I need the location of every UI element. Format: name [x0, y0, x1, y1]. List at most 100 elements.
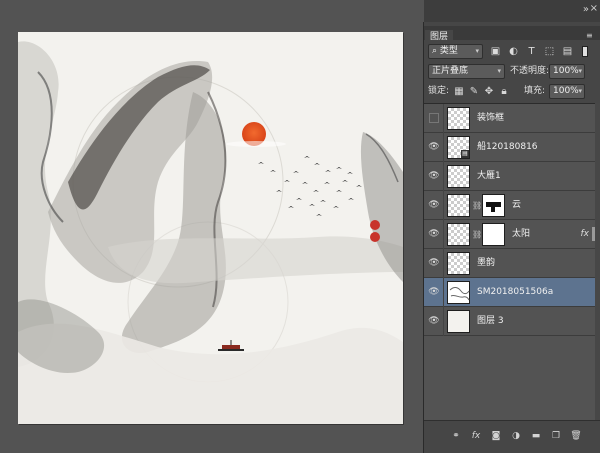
- fx-icon[interactable]: fx: [470, 430, 482, 442]
- fill-value: 100%: [553, 86, 579, 96]
- layers-panel: » × 图层 ≡ ⌕ 类型 ▾ ▣ ◐ T ⬚ ▤ 正片叠底 ▾ 不透明度: 1…: [423, 0, 600, 453]
- divider: [443, 191, 444, 220]
- divider: [443, 133, 444, 162]
- eye-icon[interactable]: 👁︎: [428, 171, 440, 182]
- fx-icon[interactable]: fx: [581, 220, 590, 249]
- lock-all-icon[interactable]: 🔒︎: [498, 84, 510, 99]
- layers-bottom-toolbar: ⚭ fx ◙ ◑ ▬ ❐ 🗑︎: [424, 420, 600, 453]
- lock-transparency-icon[interactable]: ▦: [453, 84, 465, 99]
- layer-thumbnail: [447, 194, 470, 217]
- layer-name: 船120180816: [477, 142, 538, 152]
- lock-label: 锁定:: [428, 86, 450, 96]
- layer-row-geese[interactable]: 👁︎ 大雁1: [424, 162, 600, 191]
- ink-mist-band: [108, 236, 403, 284]
- lock-row: 锁定: ▦ ✎ ✥ 🔒︎ 填充: 100% ▾: [424, 83, 600, 100]
- layer-name: 图层 3: [477, 316, 504, 326]
- blend-mode-select[interactable]: 正片叠底 ▾: [428, 64, 505, 79]
- opacity-label: 不透明度:: [510, 66, 550, 76]
- lock-position-move-icon[interactable]: ✥: [483, 84, 495, 99]
- lock-image-brush-icon[interactable]: ✎: [468, 84, 480, 99]
- filter-kind-label: 类型: [439, 46, 458, 56]
- chevron-down-icon: ▾: [497, 67, 501, 75]
- layer-row-layer-3[interactable]: 👁︎ 图层 3: [424, 307, 600, 336]
- adjustment-layer-icon[interactable]: ◑: [510, 430, 522, 442]
- panel-tabbar: 图层 ≡: [424, 26, 600, 44]
- layer-name: 大雁1: [477, 171, 501, 181]
- smart-object-badge-icon: ▤: [461, 150, 469, 158]
- small-boat: [218, 340, 244, 351]
- ink-landscape-artwork: [18, 41, 403, 424]
- layer-name: SM2018051506a: [477, 287, 554, 297]
- chevron-down-icon: ▾: [475, 47, 479, 55]
- eye-icon[interactable]: 👁︎: [428, 200, 440, 211]
- fill-label: 填充:: [524, 86, 546, 96]
- layer-thumbnail: [447, 310, 470, 333]
- divider: [443, 104, 444, 133]
- double-arrow-icon[interactable]: »: [583, 4, 589, 15]
- type-filter-icon[interactable]: T: [525, 45, 538, 58]
- chevron-down-icon: ▾: [578, 87, 582, 95]
- chevron-down-icon: ▾: [578, 67, 582, 75]
- search-icon: ⌕: [432, 46, 440, 56]
- divider: [443, 307, 444, 336]
- eye-icon[interactable]: 👁︎: [428, 229, 440, 240]
- fill-field[interactable]: 100% ▾: [549, 84, 585, 99]
- eye-icon[interactable]: 👁︎: [428, 316, 440, 327]
- blend-mode-value: 正片叠底: [432, 66, 469, 76]
- blend-row: 正片叠底 ▾ 不透明度: 100% ▾: [424, 63, 600, 80]
- layers-list: 装饰框 👁︎ ▤ 船120180816 👁︎ 大雁1 👁︎ ⛓︎ 云 👁︎ ⛓︎…: [424, 103, 600, 420]
- panel-dock-bar: » ×: [424, 0, 600, 22]
- smart-object-filter-icon[interactable]: ▤: [561, 45, 574, 58]
- link-chain-icon[interactable]: ⛓︎: [472, 229, 482, 240]
- layer-row-ink[interactable]: 👁︎ 墨韵: [424, 249, 600, 278]
- layers-scrollbar[interactable]: [595, 103, 600, 420]
- panel-menu-icon[interactable]: ≡: [586, 31, 595, 40]
- filter-toggle-switch[interactable]: [582, 46, 588, 57]
- layer-filter-row: ⌕ 类型 ▾ ▣ ◐ T ⬚ ▤: [424, 43, 600, 60]
- layer-thumbnail: ▤: [447, 136, 470, 159]
- eye-icon[interactable]: 👁︎: [428, 287, 440, 298]
- add-mask-icon[interactable]: ◙: [490, 430, 502, 442]
- link-layers-icon[interactable]: ⚭: [450, 430, 462, 442]
- new-layer-icon[interactable]: ❐: [550, 430, 562, 442]
- layer-row-cloud[interactable]: 👁︎ ⛓︎ 云: [424, 191, 600, 220]
- image-filter-icon[interactable]: ▣: [489, 45, 502, 58]
- new-group-icon[interactable]: ▬: [530, 430, 542, 442]
- filter-kind-select[interactable]: ⌕ 类型 ▾: [428, 44, 483, 59]
- layer-name: 墨韵: [477, 258, 496, 268]
- layer-name: 装饰框: [477, 113, 505, 123]
- divider: [443, 162, 444, 191]
- shape-filter-icon[interactable]: ⬚: [543, 45, 556, 58]
- opacity-field[interactable]: 100% ▾: [549, 64, 585, 79]
- layer-thumbnail: [447, 281, 470, 304]
- divider: [443, 278, 444, 307]
- layer-row-sm2018051506a[interactable]: 👁︎ SM2018051506a: [424, 278, 600, 307]
- divider: [443, 220, 444, 249]
- adjustment-filter-icon[interactable]: ◐: [507, 45, 520, 58]
- trash-icon[interactable]: 🗑︎: [570, 430, 582, 442]
- cloud-mask-shape: [486, 202, 501, 212]
- layer-thumbnail: [447, 165, 470, 188]
- document-canvas[interactable]: [18, 32, 403, 424]
- layer-row-frame[interactable]: 装饰框: [424, 104, 600, 133]
- canvas-workspace: [0, 0, 423, 453]
- layer-thumbnail: [447, 107, 470, 130]
- layer-mask-thumbnail[interactable]: [482, 194, 505, 217]
- tab-layers[interactable]: 图层: [425, 30, 454, 44]
- eye-icon[interactable]: 👁︎: [428, 142, 440, 153]
- layer-mask-thumbnail[interactable]: [482, 223, 505, 246]
- flock-of-birds: [258, 156, 362, 216]
- sun-haze: [226, 141, 286, 147]
- layer-row-boat[interactable]: 👁︎ ▤ 船120180816: [424, 133, 600, 162]
- opacity-value: 100%: [553, 66, 579, 76]
- sketch-thumbnail: [449, 287, 470, 301]
- visibility-off-box[interactable]: [429, 113, 439, 123]
- layer-name: 太阳: [512, 229, 531, 239]
- layer-name: 云: [512, 200, 522, 210]
- divider: [443, 249, 444, 278]
- link-chain-icon[interactable]: ⛓︎: [472, 200, 482, 211]
- eye-icon[interactable]: 👁︎: [428, 258, 440, 269]
- layer-thumbnail: [447, 223, 470, 246]
- layer-row-sun[interactable]: 👁︎ ⛓︎ 太阳 fx: [424, 220, 600, 249]
- close-icon[interactable]: ×: [590, 3, 598, 14]
